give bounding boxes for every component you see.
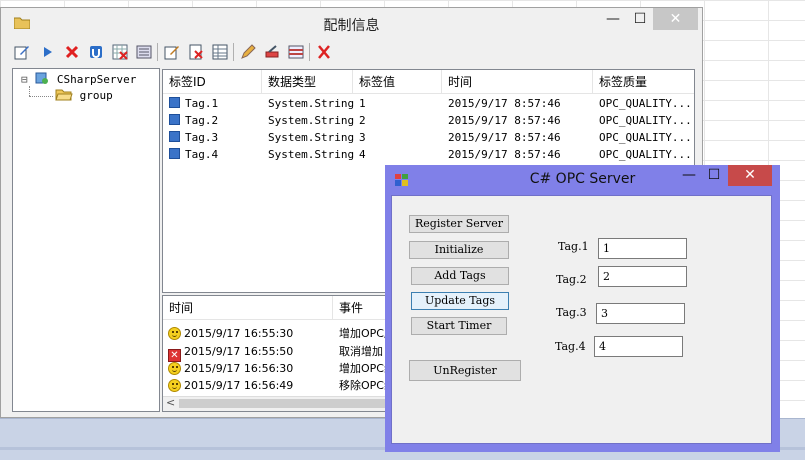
time-cell: 2015/9/17 8:57:46 <box>448 148 561 161</box>
column-header-time[interactable]: 时间 <box>442 70 593 94</box>
tree-label-group: group <box>79 89 113 102</box>
tag-value-cell: 4 <box>359 148 366 161</box>
toolbar-separator <box>309 43 310 61</box>
tag-icon <box>169 148 180 159</box>
log-time-text: 2015/9/17 16:56:49 <box>184 379 294 392</box>
opc-close-button[interactable]: ✕ <box>728 165 772 186</box>
delete-icon[interactable] <box>63 43 81 61</box>
log-time-cell: 2015/9/17 16:56:30 <box>168 360 293 377</box>
window-title: 配制信息 <box>323 18 380 34</box>
play-icon[interactable] <box>39 43 57 61</box>
columns-icon[interactable] <box>287 43 305 61</box>
server-icon <box>35 72 49 84</box>
tag-label: Tag.3 <box>556 306 587 319</box>
tree-node-root[interactable]: ⊟ CSharpServer <box>21 71 136 86</box>
open-folder-icon <box>55 89 73 101</box>
quality-cell: OPC_QUALITY... <box>599 148 692 161</box>
list-icon[interactable] <box>135 43 153 61</box>
opc-minimize-button[interactable]: — <box>677 165 701 186</box>
data-type-cell: System.String <box>268 131 355 144</box>
tree-connector <box>29 96 53 98</box>
tag-value-cell: 1 <box>359 97 366 110</box>
log-time-cell: 2015/9/17 16:56:49 <box>168 377 293 394</box>
edit-tag-icon[interactable] <box>163 43 181 61</box>
minimize-button[interactable]: — <box>599 8 627 30</box>
log-time-cell: 2015/9/17 16:55:30 <box>168 325 293 342</box>
tag4-input[interactable]: 4 <box>594 336 683 357</box>
quality-cell: OPC_QUALITY... <box>599 131 692 144</box>
cut-icon[interactable] <box>315 43 333 61</box>
time-cell: 2015/9/17 8:57:46 <box>448 114 561 127</box>
initialize-button[interactable]: Initialize <box>409 241 509 259</box>
tag1-input[interactable]: 1 <box>598 238 687 259</box>
smile-icon <box>168 327 181 340</box>
log-time-text: 2015/9/17 16:55:30 <box>184 327 294 340</box>
close-button[interactable]: ✕ <box>653 8 698 30</box>
tag-icon <box>169 97 180 108</box>
quality-cell: OPC_QUALITY... <box>599 97 692 110</box>
time-cell: 2015/9/17 8:57:46 <box>448 97 561 110</box>
toolbar-separator <box>233 43 234 61</box>
add-tags-button[interactable]: Add Tags <box>411 267 509 285</box>
smile-icon <box>168 379 181 392</box>
grid-delete-icon[interactable] <box>111 43 129 61</box>
table-icon[interactable] <box>211 43 229 61</box>
tag-icon <box>169 114 180 125</box>
opc-server-window: C# OPC Server — ☐ ✕ Register Server Init… <box>385 165 780 452</box>
tag-label: Tag.1 <box>558 240 589 253</box>
smile-icon <box>168 362 181 375</box>
tag-id-text: Tag.1 <box>185 97 219 110</box>
tag-id-text: Tag.3 <box>185 131 219 144</box>
data-type-cell: System.String <box>268 148 355 161</box>
tag-id-cell: Tag.4 <box>169 146 218 163</box>
maximize-button[interactable]: ☐ <box>627 8 653 30</box>
scroll-left-icon[interactable]: < <box>166 396 175 409</box>
data-type-cell: System.String <box>268 97 355 110</box>
column-header-tag-value[interactable]: 标签值 <box>353 70 442 94</box>
tree-connector <box>29 86 31 96</box>
log-event-cell: 取消增加 <box>339 345 383 358</box>
edit-icon[interactable] <box>13 43 31 61</box>
update-tags-button[interactable]: Update Tags <box>411 292 509 310</box>
opc-maximize-button[interactable]: ☐ <box>701 165 727 186</box>
tag2-input[interactable]: 2 <box>598 266 687 287</box>
time-cell: 2015/9/17 8:57:46 <box>448 131 561 144</box>
tree-node-group[interactable]: group <box>55 88 113 102</box>
eraser-icon[interactable] <box>263 43 281 61</box>
column-header-quality[interactable]: 标签质量 <box>593 70 694 94</box>
tag-id-cell: Tag.1 <box>169 95 218 112</box>
tag-label: Tag.4 <box>555 340 586 353</box>
column-header-log-time[interactable]: 时间 <box>163 296 333 320</box>
register-server-button[interactable]: Register Server <box>409 215 509 233</box>
toolbar-separator <box>157 43 158 61</box>
tree-label-root: CSharpServer <box>56 73 137 86</box>
log-time-cell: ✕ 2015/9/17 16:55:50 <box>168 343 294 362</box>
unregister-button[interactable]: UnRegister <box>409 360 521 381</box>
pencil-icon[interactable] <box>239 43 257 61</box>
remove-tag-icon[interactable] <box>187 43 205 61</box>
tag-id-text: Tag.2 <box>185 114 219 127</box>
refresh-icon[interactable] <box>87 43 105 61</box>
tag-id-text: Tag.4 <box>185 148 219 161</box>
server-tree: ⊟ CSharpServer group <box>12 68 160 412</box>
tag-id-cell: Tag.3 <box>169 129 218 146</box>
log-time-text: 2015/9/17 16:56:30 <box>184 362 294 375</box>
opc-client-area: Register Server Initialize Add Tags Upda… <box>391 195 772 444</box>
column-header-tag-id[interactable]: 标签ID <box>163 70 262 94</box>
tag-id-cell: Tag.2 <box>169 112 218 129</box>
collapse-toggle-icon[interactable]: ⊟ <box>21 73 28 86</box>
data-type-cell: System.String <box>268 114 355 127</box>
column-header-data-type[interactable]: 数据类型 <box>262 70 353 94</box>
start-timer-button[interactable]: Start Timer <box>411 317 507 335</box>
quality-cell: OPC_QUALITY... <box>599 114 692 127</box>
config-titlebar[interactable]: 配制信息 — ☐ ✕ <box>1 8 702 38</box>
toolbar <box>9 40 695 64</box>
tag-icon <box>169 131 180 142</box>
tag-label: Tag.2 <box>556 273 587 286</box>
tag-value-cell: 3 <box>359 131 366 144</box>
tag3-input[interactable]: 3 <box>596 303 685 324</box>
log-time-text: 2015/9/17 16:55:50 <box>184 345 294 358</box>
tag-value-cell: 2 <box>359 114 366 127</box>
